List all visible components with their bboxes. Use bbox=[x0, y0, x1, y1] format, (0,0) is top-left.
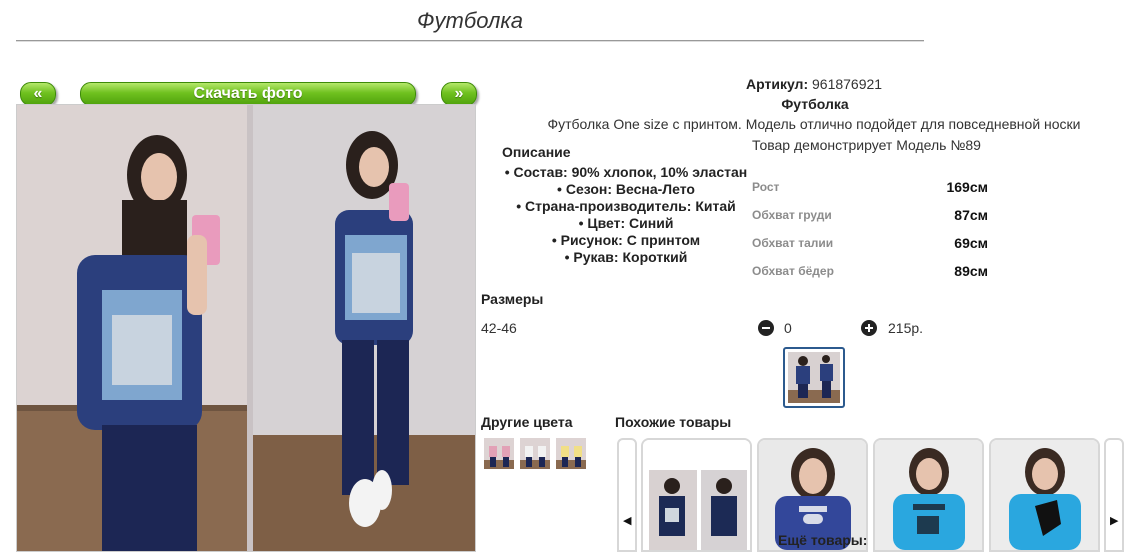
photo-thumbnail[interactable] bbox=[783, 347, 845, 408]
minus-icon[interactable] bbox=[758, 320, 774, 336]
measurement-label: Обхват талии bbox=[752, 236, 834, 250]
thumbnail-image bbox=[788, 352, 840, 403]
prev-photo-button[interactable]: « bbox=[20, 82, 56, 106]
product-photo[interactable] bbox=[16, 104, 476, 552]
measurement-value: 89см bbox=[954, 263, 988, 279]
property-item: Состав: 90% хлопок, 10% эластан bbox=[500, 164, 752, 181]
next-photo-button[interactable]: » bbox=[441, 82, 477, 106]
measurement-value: 87см bbox=[954, 207, 988, 223]
similar-prev-button[interactable]: ◀ bbox=[617, 438, 637, 552]
property-item: Сезон: Весна-Лето bbox=[500, 181, 752, 198]
measurement-label: Обхват груди bbox=[752, 208, 832, 222]
arrow-left-icon: ◀ bbox=[623, 515, 632, 527]
product-name: Футболка bbox=[781, 96, 849, 112]
size-range: 42-46 bbox=[481, 320, 517, 336]
property-item: Рукав: Короткий bbox=[500, 249, 752, 266]
quantity-value: 0 bbox=[784, 320, 792, 336]
sizes-title: Размеры bbox=[481, 291, 544, 307]
similar-product-image bbox=[875, 440, 982, 550]
measurement-value: 69см bbox=[954, 235, 988, 251]
download-photo-button[interactable]: Скачать фото bbox=[80, 82, 416, 106]
article-value: 961876921 bbox=[812, 76, 883, 92]
similar-product-card[interactable] bbox=[641, 438, 752, 552]
model-photo-image bbox=[17, 105, 475, 551]
similar-product-image bbox=[991, 440, 1098, 550]
title-divider bbox=[16, 40, 924, 41]
similar-product-image bbox=[643, 440, 750, 550]
property-item: Страна-производитель: Китай bbox=[500, 198, 752, 215]
measurement-label: Обхват бёдер bbox=[752, 264, 834, 278]
property-item: Рисунок: С принтом bbox=[500, 232, 752, 249]
color-variant-image bbox=[484, 438, 514, 469]
color-variant-image bbox=[520, 438, 550, 469]
article-line: Артикул: 961876921 bbox=[746, 76, 882, 92]
other-color-thumbnail[interactable] bbox=[556, 438, 586, 469]
color-variant-image bbox=[556, 438, 586, 469]
other-color-thumbnail[interactable] bbox=[484, 438, 514, 469]
plus-icon[interactable] bbox=[861, 320, 877, 336]
similar-products-title: Похожие товары bbox=[615, 414, 732, 430]
other-colors-title: Другие цвета bbox=[481, 414, 573, 430]
property-item: Цвет: Синий bbox=[500, 215, 752, 232]
price: 215р. bbox=[888, 320, 924, 336]
product-description: Футболка One size с принтом. Модель отли… bbox=[547, 116, 1081, 132]
similar-next-button[interactable]: ▶ bbox=[1104, 438, 1124, 552]
page-title: Футболка bbox=[417, 8, 523, 33]
model-info: Товар демонстрирует Модель №89 bbox=[752, 137, 981, 153]
arrow-right-icon: ▶ bbox=[1110, 515, 1119, 527]
other-color-thumbnail[interactable] bbox=[520, 438, 550, 469]
properties-list: Состав: 90% хлопок, 10% эластан Сезон: В… bbox=[500, 164, 752, 266]
article-label: Артикул: bbox=[746, 76, 809, 92]
measurement-value: 169см bbox=[946, 179, 988, 195]
measurement-label: Рост bbox=[752, 180, 780, 194]
similar-product-card[interactable] bbox=[989, 438, 1100, 552]
similar-product-card[interactable] bbox=[873, 438, 984, 552]
more-products-label[interactable]: Ещё товары: bbox=[778, 532, 867, 548]
properties-title: Описание bbox=[502, 144, 571, 160]
